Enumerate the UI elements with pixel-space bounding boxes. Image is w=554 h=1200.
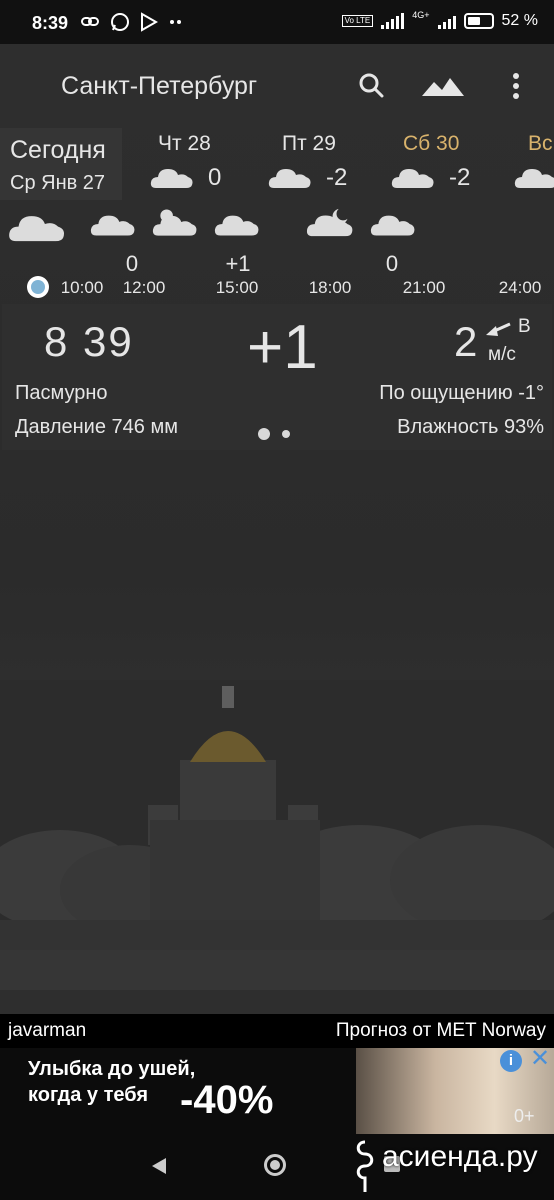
status-notification-icons	[80, 12, 184, 32]
photo-author[interactable]: javarman	[8, 1020, 86, 1042]
page-dot-active	[258, 428, 270, 440]
now-indicator	[27, 276, 49, 298]
hourly-temp: +1	[225, 251, 251, 276]
day-today[interactable]: Сегодня Ср Янв 27	[0, 128, 122, 200]
app-bar: Санкт-Петербург	[0, 44, 554, 128]
hourly-temp: 0	[385, 251, 399, 276]
status-time: 8:39	[32, 13, 69, 33]
day-item[interactable]: Сб 30 -2	[391, 128, 501, 200]
hourly-time: 10:00	[60, 278, 104, 297]
whatsapp-icon	[111, 13, 129, 31]
cloud-icon	[150, 169, 193, 188]
moon-cloud-icon	[306, 208, 353, 237]
watermark-logo-icon	[356, 1140, 374, 1192]
wind-direction: В	[518, 316, 531, 337]
current-clock: 8 39	[44, 318, 134, 365]
more-vert-icon[interactable]	[504, 70, 528, 102]
ad-age-rating: 0+	[514, 1106, 535, 1126]
hourly-time: 18:00	[308, 278, 352, 297]
back-icon[interactable]	[150, 1156, 168, 1176]
cathedral-background-image	[0, 680, 554, 1014]
day-label: Пт 29	[282, 132, 336, 155]
network-type: 4G+	[412, 10, 430, 20]
day-temp: 0	[208, 164, 222, 191]
sun-cloud-icon	[152, 209, 197, 236]
cloud-icon	[90, 215, 135, 236]
day-temp: -2	[449, 164, 471, 191]
today-label: Сегодня	[10, 136, 106, 164]
ad-close-icon[interactable]: ✕	[528, 1047, 552, 1072]
condition-text: Пасмурно	[15, 382, 108, 404]
hourly-time: 12:00	[122, 278, 166, 297]
day-item[interactable]: Вс	[512, 128, 554, 200]
volte-badge: Vo LTE	[341, 15, 374, 27]
day-label: Вс	[528, 132, 553, 155]
cloud-icon	[514, 169, 554, 188]
humidity-text: Влажность 93%	[397, 416, 544, 438]
hourly-forecast[interactable]: 0 +1 0 10:00 12:00 15:00 18:00 21:00 24:…	[0, 205, 554, 300]
day-strip: Сегодня Ср Янв 27 Чт 28 0 Пт 29 -2 Сб 30…	[0, 128, 554, 200]
cloud-icon	[370, 215, 415, 236]
hourly-temp: 0	[125, 251, 139, 276]
day-item[interactable]: Пт 29 -2	[268, 128, 378, 200]
search-icon[interactable]	[356, 70, 388, 102]
ad-headline-1: Улыбка до ушей,	[28, 1058, 196, 1080]
ad-info-icon[interactable]: i	[500, 1050, 522, 1072]
current-temperature: +1	[247, 313, 318, 382]
day-label: Чт 28	[158, 132, 211, 155]
hourly-time: 15:00	[215, 278, 259, 297]
day-temp: -2	[326, 164, 348, 191]
signal-icon-2	[437, 13, 456, 29]
more-notifications-icon	[170, 20, 181, 24]
signal-icon	[381, 13, 405, 29]
home-icon[interactable]	[264, 1154, 286, 1176]
city-title[interactable]: Санкт-Петербург	[61, 72, 257, 101]
page-dot	[282, 430, 290, 438]
battery-percent: 52 %	[501, 12, 538, 29]
day-label: Сб 30	[403, 132, 460, 155]
page-indicator	[258, 428, 290, 440]
status-right: Vo LTE 4G+ 52 %	[341, 10, 538, 30]
hourly-time: 24:00	[498, 278, 542, 297]
wind-direction-icon	[486, 322, 511, 336]
ad-banner[interactable]: Улыбка до ушей, когда у тебя -40% i ✕ 0+	[0, 1047, 554, 1134]
cloud-icon	[391, 169, 434, 188]
watermark: асиенда.ру	[382, 1140, 538, 1173]
status-bar: 8:39 Vo LTE 4G+ 52 %	[0, 0, 554, 44]
forecast-source[interactable]: Прогноз от MET Norway	[336, 1020, 546, 1042]
wind-unit: м/с	[488, 344, 516, 365]
current-weather-panel[interactable]: 8 39 +1 2 В м/с Пасмурно Давление 746 мм…	[2, 304, 552, 450]
hourly-time: 21:00	[402, 278, 446, 297]
link-icon	[81, 17, 99, 26]
cloud-icon	[268, 169, 311, 188]
battery-icon	[463, 13, 494, 29]
wind-speed: 2	[454, 318, 478, 365]
ad-discount: -40%	[180, 1078, 274, 1122]
pressure-text: Давление 746 мм	[15, 416, 178, 438]
today-date: Ср Янв 27	[10, 172, 106, 194]
play-store-icon	[141, 12, 158, 32]
credits-bar: javarman Прогноз от MET Norway	[0, 1014, 554, 1048]
cloud-icon	[214, 215, 259, 236]
day-item[interactable]: Чт 28 0	[150, 128, 260, 200]
cloud-icon	[9, 216, 65, 242]
ad-headline-2: когда у тебя	[28, 1084, 148, 1106]
landscape-icon[interactable]	[420, 70, 466, 102]
feels-like-text: По ощущению -1°	[379, 382, 544, 404]
